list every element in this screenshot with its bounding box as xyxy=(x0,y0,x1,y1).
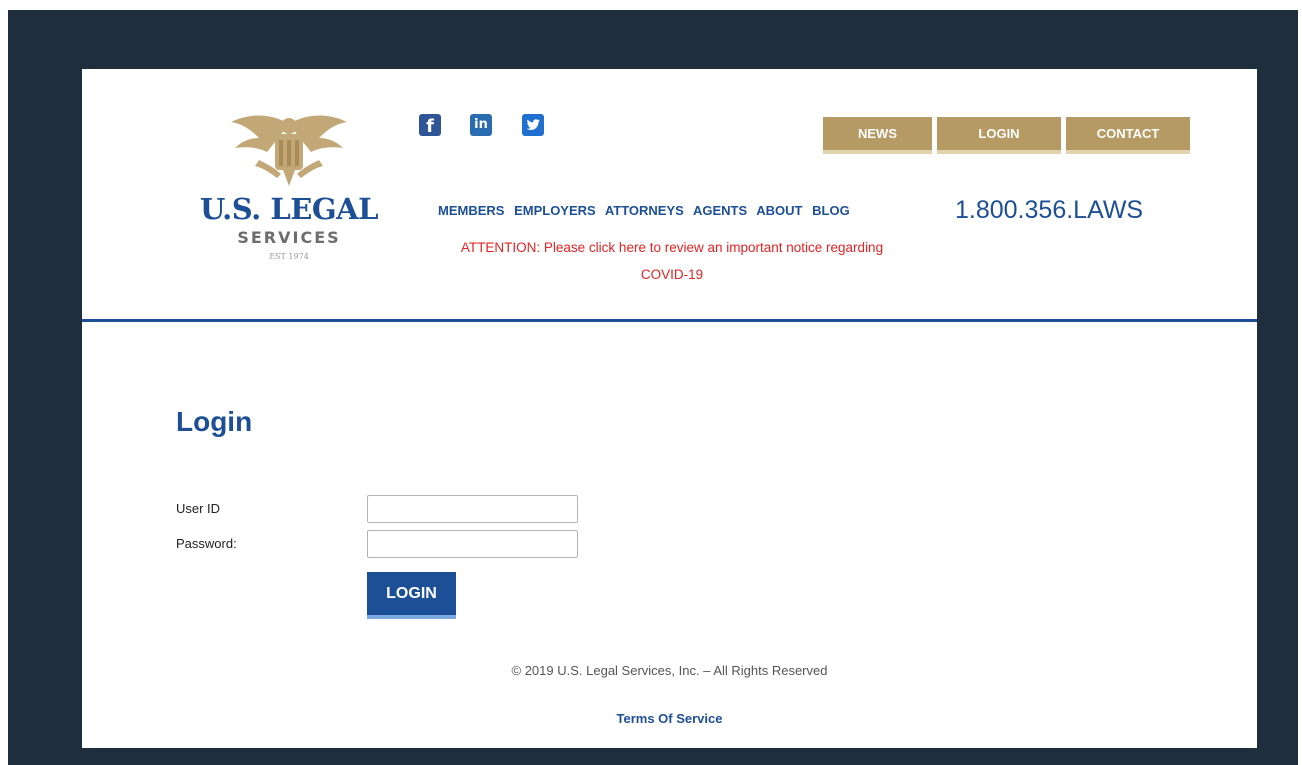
page-title: Login xyxy=(176,406,253,437)
eagle-seal-icon xyxy=(231,115,347,186)
terms-of-service-link[interactable]: Terms Of Service xyxy=(82,711,1257,726)
nav-agents[interactable]: AGENTS xyxy=(693,203,747,218)
page: U.S. LEGAL SERVICES EST 1974 f in NEWS L… xyxy=(82,69,1257,748)
password-input[interactable] xyxy=(367,530,578,558)
nav-blog[interactable]: BLOG xyxy=(812,203,850,218)
covid-notice-link[interactable]: ATTENTION: Please click here to review a… xyxy=(412,234,932,288)
login-submit-button[interactable]: LOGIN xyxy=(367,572,456,619)
logo-subtitle: SERVICES xyxy=(237,228,341,247)
top-nav-login-button[interactable]: LOGIN xyxy=(937,117,1061,154)
notice-line-1: ATTENTION: Please click here to review a… xyxy=(460,240,884,255)
notice-line-2: COVID-19 xyxy=(640,267,704,282)
browser-frame: U.S. LEGAL SERVICES EST 1974 f in NEWS L… xyxy=(8,10,1298,765)
nav-members[interactable]: MEMBERS xyxy=(438,203,504,218)
linkedin-icon[interactable]: in xyxy=(470,114,492,136)
main-nav: MEMBERS EMPLOYERS ATTORNEYS AGENTS ABOUT… xyxy=(438,203,856,218)
top-nav-contact-button[interactable]: CONTACT xyxy=(1066,117,1190,154)
user-id-label: User ID xyxy=(176,501,221,516)
password-label: Password: xyxy=(176,536,237,551)
logo[interactable]: U.S. LEGAL SERVICES EST 1974 xyxy=(183,112,395,272)
top-nav-news-button[interactable]: NEWS xyxy=(823,117,932,154)
phone-number[interactable]: 1.800.356.LAWS xyxy=(955,196,1143,225)
copyright-text: © 2019 U.S. Legal Services, Inc. – All R… xyxy=(511,663,828,678)
header-divider xyxy=(82,319,1257,322)
nav-employers[interactable]: EMPLOYERS xyxy=(514,203,596,218)
twitter-bird-glyph xyxy=(526,119,540,130)
nav-about[interactable]: ABOUT xyxy=(756,203,802,218)
twitter-icon[interactable] xyxy=(522,114,544,136)
logo-established: EST 1974 xyxy=(269,252,309,261)
logo-name: U.S. LEGAL xyxy=(200,192,378,226)
nav-attorneys[interactable]: ATTORNEYS xyxy=(605,203,684,218)
facebook-icon[interactable]: f xyxy=(419,114,441,137)
user-id-input[interactable] xyxy=(367,495,578,523)
